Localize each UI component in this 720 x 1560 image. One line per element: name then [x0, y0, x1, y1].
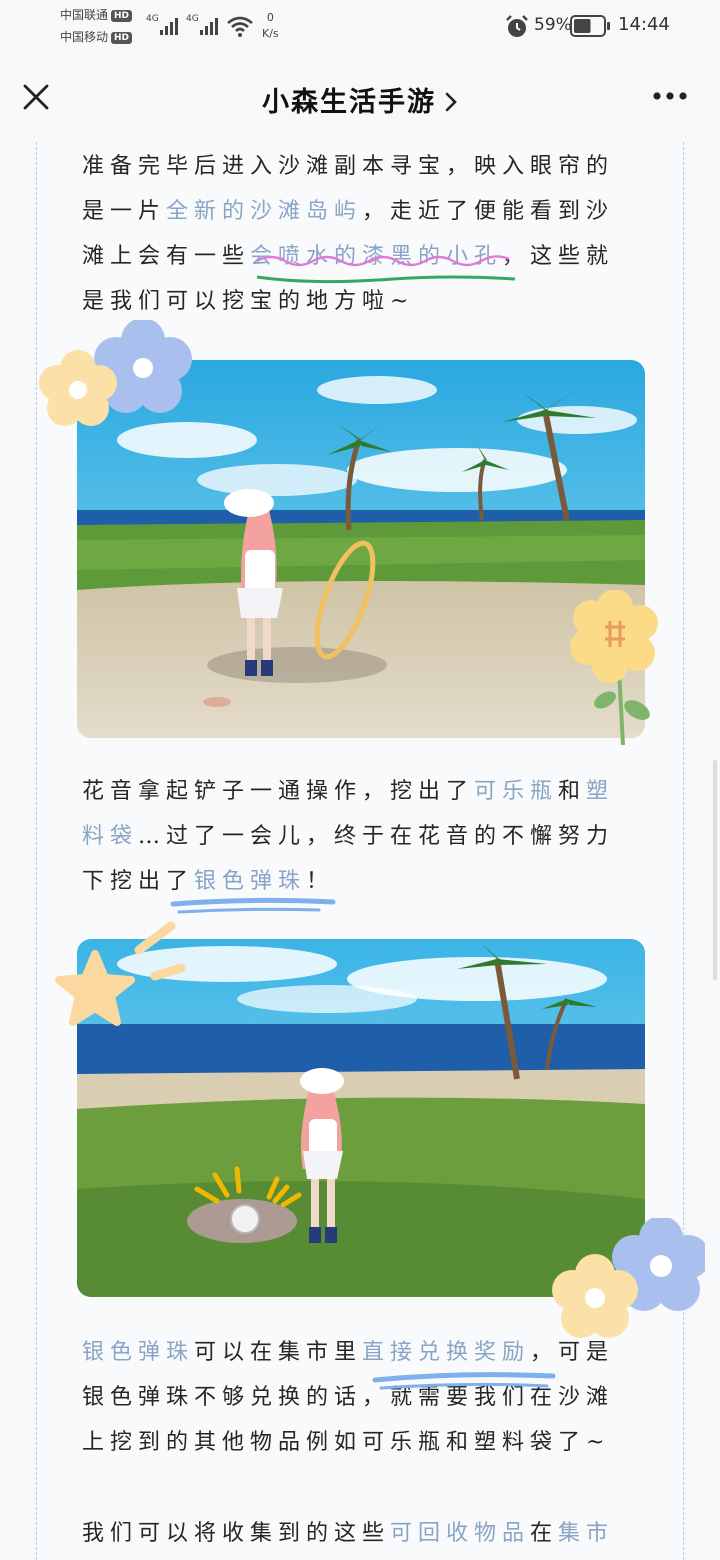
- net-speed-value: 0: [266, 11, 274, 24]
- battery-fill: [574, 19, 591, 33]
- body-text: ，可是: [530, 1340, 615, 1365]
- highlighted-text: 可回收物品: [390, 1521, 531, 1546]
- clock: 14:44: [618, 14, 670, 35]
- body-text: 和: [558, 779, 587, 804]
- article-body[interactable]: 准备完毕后进入沙滩副本寻宝，映入眼帘的 是一片全新的沙滩岛屿，走近了便能看到沙 滩上…: [36, 142, 705, 1560]
- highlighted-text: 直接兑换奖励: [362, 1340, 531, 1365]
- body-text: 下挖出了: [82, 869, 195, 894]
- body-text: 可以在集市里: [194, 1340, 363, 1365]
- paragraph-4: 我们可以将收集到的这些可回收物品在集市: [82, 1511, 642, 1556]
- paragraph-1: 准备完毕后进入沙滩副本寻宝，映入眼帘的 是一片全新的沙滩岛屿，走近了便能看到沙 滩上…: [82, 144, 642, 324]
- body-text: 花音拿起铲子一通操作，挖出了: [82, 779, 475, 804]
- body-text: 是一片: [82, 199, 167, 224]
- net-speed-unit: K/s: [262, 27, 279, 40]
- text-line: 花音拿起铲子一通操作，挖出了可乐瓶和塑: [82, 769, 642, 814]
- battery-icon: [570, 15, 610, 37]
- highlighted-text: 料袋: [82, 824, 139, 849]
- status-bar: 中国联通 HD 中国移动 HD 4G 4G 0 K/s 59% 14:44: [0, 0, 720, 52]
- flower-sticker-2: [552, 1218, 705, 1338]
- text-line: 准备完毕后进入沙滩副本寻宝，映入眼帘的: [82, 144, 642, 189]
- nav-bar: 小森生活手游: [0, 52, 720, 142]
- text-line: 上挖到的其他物品例如可乐瓶和塑料袋了~: [82, 1420, 642, 1465]
- carrier-2: 中国移动 HD: [60, 30, 133, 44]
- highlighted-text: 可乐瓶: [474, 779, 559, 804]
- blue-underline-2: [372, 1372, 556, 1390]
- account-title-text[interactable]: 小森生活手游: [262, 87, 436, 118]
- scrollbar[interactable]: [713, 760, 717, 980]
- body-text: ，走近了便能看到沙: [362, 199, 615, 224]
- text-line: 下挖出了银色弹珠！: [82, 859, 642, 904]
- highlighted-text: 全新的沙滩岛屿: [166, 199, 363, 224]
- star-sticker: [55, 921, 186, 1026]
- highlighted-text: 集市: [558, 1521, 615, 1546]
- body-text: 我们可以将收集到的这些: [82, 1521, 391, 1546]
- body-text: 上挖到的其他物品例如可乐瓶和塑料袋了~: [82, 1430, 611, 1455]
- highlighted-text: 银色弹珠: [194, 869, 307, 894]
- body-text: …过了一会儿，终于在花音的不懈努力: [138, 824, 615, 849]
- paragraph-2: 花音拿起铲子一通操作，挖出了可乐瓶和塑 料袋…过了一会儿，终于在花音的不懈努力 下挖…: [82, 769, 642, 904]
- carrier-2-name: 中国移动: [60, 30, 109, 44]
- sunflower-sticker: [570, 590, 658, 746]
- battery-percent: 59%: [534, 15, 572, 35]
- blue-underline-1: [170, 897, 336, 914]
- wifi-icon: [227, 16, 253, 37]
- highlighted-text: 银色弹珠: [82, 1340, 195, 1365]
- text-line: 是一片全新的沙滩岛屿，走近了便能看到沙: [82, 189, 642, 234]
- body-text: 在: [530, 1521, 559, 1546]
- carrier-1: 中国联通 HD: [60, 8, 133, 22]
- carrier-1-name: 中国联通: [60, 8, 109, 22]
- more-icon[interactable]: [652, 90, 688, 102]
- paragraph-3: 银色弹珠可以在集市里直接兑换奖励，可是 银色弹珠不够兑换的话，就需要我们在沙滩 上挖…: [82, 1330, 642, 1465]
- body-text: ！: [306, 869, 335, 894]
- net-speed: 0 K/s: [262, 10, 279, 42]
- hd-badge-2: HD: [111, 31, 133, 44]
- body-text: 滩上会有一些: [82, 244, 251, 269]
- chevron-right-icon[interactable]: [444, 91, 458, 113]
- body-text: 准备完毕后进入沙滩副本寻宝，映入眼帘的: [82, 154, 615, 179]
- highlighted-text: 塑: [586, 779, 615, 804]
- hd-badge-1: HD: [111, 9, 133, 22]
- text-line: 料袋…过了一会儿，终于在花音的不懈努力: [82, 814, 642, 859]
- alarm-icon: [506, 15, 528, 37]
- account-title[interactable]: 小森生活手游: [0, 80, 720, 119]
- text-line: 我们可以将收集到的这些可回收物品在集市: [82, 1511, 642, 1556]
- flower-sticker-1: [39, 320, 192, 426]
- wavy-underline: [256, 255, 516, 284]
